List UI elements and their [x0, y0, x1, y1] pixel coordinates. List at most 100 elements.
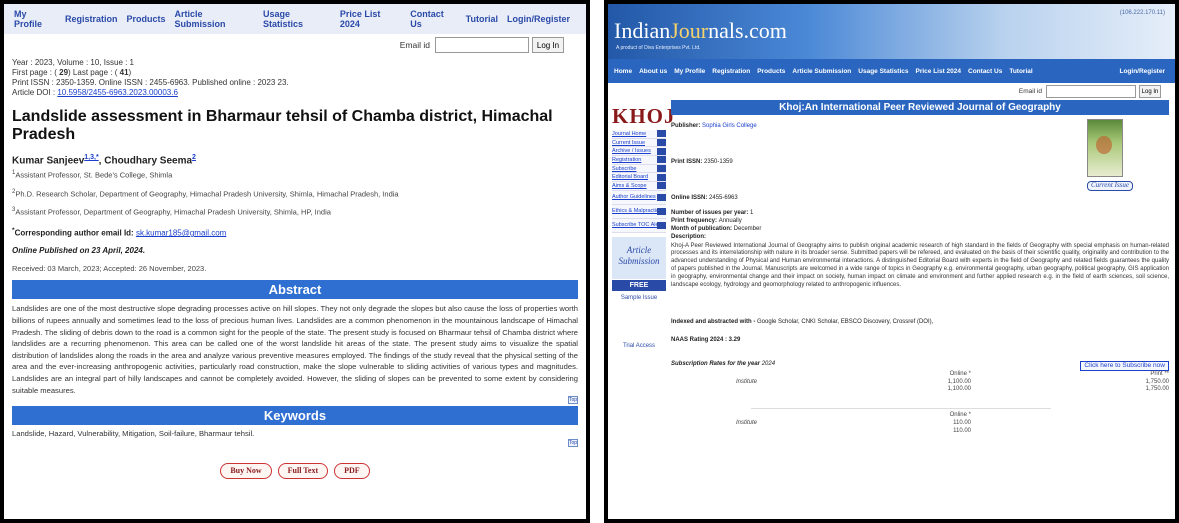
issues-per-year: Number of issues per year: 1: [671, 210, 1169, 218]
article-submission-link[interactable]: Article Submission: [612, 236, 666, 279]
full-text-button[interactable]: Full Text: [277, 463, 329, 480]
received-accepted: Received: 03 March, 2023; Accepted: 26 N…: [12, 264, 207, 274]
nav-article-submission[interactable]: Article Submission: [792, 68, 851, 75]
article-page-panel: My Profile Registration Products Article…: [0, 0, 590, 523]
back-to-top-button-2[interactable]: Top: [568, 439, 578, 448]
publication-month: Month of publication: December: [671, 226, 1169, 234]
email-input[interactable]: [435, 37, 529, 53]
nav-contact-us[interactable]: Contact Us: [968, 68, 1002, 75]
journal-description: Khoj-A Peer Reviewed International Journ…: [671, 242, 1169, 288]
sidebar-item-archive[interactable]: Archive / Issues: [612, 147, 666, 157]
sidebar-item-editorial-board[interactable]: Editorial Board: [612, 173, 666, 183]
nav-usage-statistics[interactable]: Usage Statistics: [263, 9, 331, 29]
action-buttons: Buy Now Full Text PDF: [12, 463, 578, 480]
sidebar-item-journal-home[interactable]: Journal Home: [612, 130, 666, 139]
nav-tutorial[interactable]: Tutorial: [1009, 68, 1032, 75]
author-2-affil-link[interactable]: 2: [192, 154, 196, 161]
arrow-icon: [657, 207, 666, 215]
sidebar-item-aims-scope[interactable]: Aims & Scope: [612, 182, 666, 191]
sidebar-item-toc-alerts[interactable]: Subscribe TOC Alerts: [612, 218, 666, 233]
print-issn-label: Print ISSN:: [671, 158, 705, 165]
top-nav: My Profile Registration Products Article…: [4, 4, 586, 34]
login-register-link[interactable]: Login/Register: [507, 14, 570, 24]
affiliations: 1Assistant Professor, St. Bede's College…: [12, 168, 578, 218]
subscription-label: Subscription Rates for the year: [671, 360, 761, 367]
rates-header-1: Online * Print **: [671, 371, 1169, 379]
doi-link[interactable]: 10.5958/2455-6963.2023.00003.6: [57, 88, 178, 97]
nav-article-submission[interactable]: Article Submission: [174, 9, 254, 29]
journal-title: Khoj:An International Peer Reviewed Jour…: [671, 100, 1169, 115]
email-input[interactable]: [1046, 85, 1136, 98]
online-rate: 110.00: [953, 427, 971, 434]
subscription-year: 2024: [761, 360, 776, 367]
publisher-row: Publisher: Sophia Girls College Print IS…: [671, 119, 1169, 202]
arrow-icon: [657, 182, 666, 190]
publisher-label: Publisher:: [671, 123, 703, 129]
buy-now-button[interactable]: Buy Now: [220, 463, 272, 480]
frequency-value: Annually: [718, 218, 742, 225]
author-2[interactable]: Choudhary Seema: [104, 155, 192, 166]
journal-page-panel: IndianJournals.com A product of Diva Ent…: [604, 0, 1179, 523]
online-rate: 1,100.00: [947, 386, 971, 393]
author-1-affil-link[interactable]: 1,3,*: [84, 154, 98, 161]
subscribe-now-button[interactable]: Click here to Subscribe now: [1080, 360, 1169, 371]
sidebar-label: Editorial Board: [612, 174, 649, 181]
abstract-text: Landslides are one of the most destructi…: [12, 304, 578, 395]
logo-part-1: Indian: [614, 18, 671, 43]
subscription-header: Subscription Rates for the year 2024 Cli…: [671, 360, 1169, 371]
journal-content: Khoj:An International Peer Reviewed Jour…: [666, 100, 1175, 436]
site-header: IndianJournals.com A product of Diva Ent…: [608, 4, 1175, 59]
article-title: Landslide assessment in Bharmaur tehsil …: [12, 108, 553, 143]
indianjournals-logo[interactable]: IndianJournals.com: [614, 18, 787, 44]
nav-about-us[interactable]: About us: [639, 68, 667, 75]
login-button[interactable]: Log In: [532, 37, 564, 53]
sidebar-item-subscribe[interactable]: Subscribe: [612, 164, 666, 174]
publisher-link[interactable]: Sophia Girls College: [702, 123, 757, 129]
sidebar-label: Author Guidelines: [612, 194, 656, 201]
rate-row-2: 1,100.00 1,750.00: [671, 386, 1169, 394]
naas-rating: NAAS Rating 2024 : 3.29: [671, 337, 741, 344]
nav-price-list[interactable]: Price List 2024: [340, 9, 401, 29]
rate-row-institute: Institute 1,100.00 1,750.00: [671, 379, 1169, 387]
nav-price-list[interactable]: Price List 2024: [915, 68, 961, 75]
email-label: Email id: [1018, 88, 1042, 95]
logo-tagline: A product of Diva Enterprises Pvt. Ltd.: [616, 45, 701, 51]
site-nav: Home About us My Profile Registration Pr…: [608, 59, 1175, 83]
sidebar-item-current-issue[interactable]: Current Issue: [612, 138, 666, 148]
author-1[interactable]: Kumar Sanjeev: [12, 155, 84, 166]
nav-my-profile[interactable]: My Profile: [674, 68, 705, 75]
trial-access-link[interactable]: Trial Access: [612, 343, 666, 349]
login-register-link[interactable]: Login/Register: [1119, 68, 1165, 75]
pdf-button[interactable]: PDF: [334, 463, 370, 480]
sidebar-item-registration[interactable]: Registration: [612, 156, 666, 165]
arrow-icon: [657, 156, 666, 164]
nav-tutorial[interactable]: Tutorial: [466, 14, 498, 24]
sidebar-item-author-guidelines[interactable]: Author Guidelines: [612, 190, 666, 205]
nav-contact-us[interactable]: Contact Us: [410, 9, 456, 29]
keywords-text: Landslide, Hazard, Vulnerability, Mitiga…: [12, 429, 255, 439]
online-rate: 110.00: [953, 419, 971, 426]
month-label: Month of publication:: [671, 225, 734, 232]
current-issue-button[interactable]: Current Issue: [1086, 181, 1133, 191]
nav-home[interactable]: Home: [614, 68, 632, 75]
rate-label: Institute: [735, 419, 757, 426]
journal-cover-image[interactable]: [1086, 119, 1123, 177]
nav-products[interactable]: Products: [126, 14, 165, 24]
sidebar-label: Archive / Issues: [612, 148, 651, 155]
issn-info: Print ISSN : 2350-1359. Online ISSN : 24…: [12, 78, 289, 87]
affiliation-2: 2Ph.D. Research Scholar, Department of G…: [12, 187, 578, 200]
online-rate: 1,100.00: [947, 378, 971, 385]
rates-header-2: Online *: [671, 412, 1169, 420]
nav-my-profile[interactable]: My Profile: [14, 9, 56, 29]
back-to-top-button[interactable]: Top: [568, 396, 578, 405]
sample-issue-link[interactable]: Sample Issue: [612, 295, 666, 301]
free-badge: FREE: [612, 279, 666, 291]
corresponding-email-link[interactable]: sk.kumar185@gmail.com: [136, 228, 226, 237]
sidebar-item-ethics[interactable]: Ethics & Malpractice: [612, 204, 666, 219]
nav-registration[interactable]: Registration: [65, 14, 118, 24]
nav-products[interactable]: Products: [757, 68, 785, 75]
nav-registration[interactable]: Registration: [712, 68, 750, 75]
login-button[interactable]: Log In: [1139, 85, 1161, 98]
nav-usage-statistics[interactable]: Usage Statistics: [858, 68, 908, 75]
online-issn-line: Online ISSN: 2455-6963: [671, 195, 757, 203]
